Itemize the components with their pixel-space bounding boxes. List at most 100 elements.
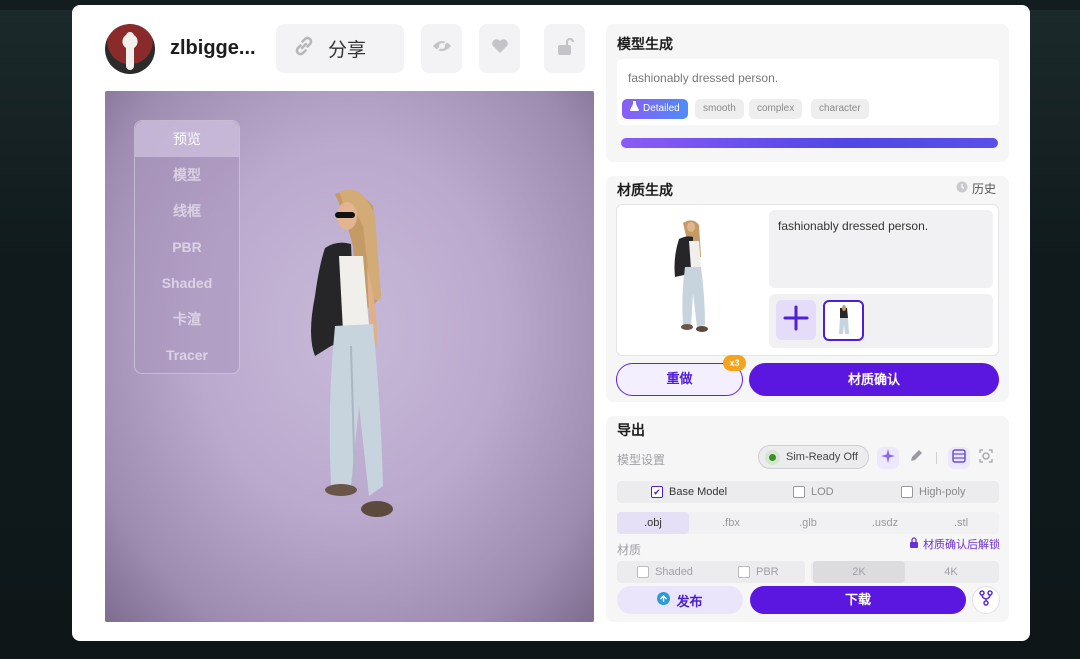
divider <box>936 452 937 464</box>
view-mode-wireframe[interactable]: 线框 <box>135 193 239 229</box>
username: zlbigge... <box>170 37 256 59</box>
clock-icon <box>956 181 968 196</box>
publish-icon <box>657 592 671 608</box>
lod-label: LOD <box>811 486 834 498</box>
tag-detailed-label: Detailed <box>643 103 680 114</box>
plus-icon <box>783 305 809 336</box>
focus-button[interactable] <box>975 447 997 469</box>
generation-progress-bar <box>621 138 998 148</box>
format-selector: .obj .fbx .glb .usdz .stl <box>617 512 999 534</box>
pbr-label: PBR <box>756 566 779 578</box>
material-options-row: Shaded PBR <box>617 561 805 583</box>
history-button[interactable]: 历史 <box>956 180 996 197</box>
texture-view-button[interactable] <box>948 447 970 469</box>
publish-label: 发布 <box>676 593 703 609</box>
target-icon <box>979 448 993 468</box>
option-shaded[interactable]: Shaded <box>637 561 693 583</box>
unlock-note: 材质确认后解锁 <box>909 536 1000 552</box>
tag-character[interactable]: character <box>811 99 869 119</box>
lod-checkbox[interactable] <box>793 486 805 498</box>
heart-icon <box>491 38 509 59</box>
view-mode-tracer[interactable]: Tracer <box>135 337 239 373</box>
material-confirm-button[interactable]: 材质确认 <box>749 363 999 396</box>
pbr-checkbox[interactable] <box>738 566 750 578</box>
format-stl[interactable]: .stl <box>925 512 997 534</box>
film-icon <box>952 448 966 468</box>
sparkle-button[interactable] <box>877 447 899 469</box>
like-button[interactable] <box>479 24 520 73</box>
material-prompt-box[interactable]: fashionably dressed person. <box>769 210 993 288</box>
resolution-4k[interactable]: 4K <box>905 561 997 583</box>
view-mode-preview[interactable]: 预览 <box>135 121 239 157</box>
flask-icon <box>630 99 639 119</box>
sim-ready-toggle[interactable]: Sim-Ready Off <box>758 445 869 469</box>
sim-ready-indicator <box>765 449 780 465</box>
material-generation-panel: 材质生成 历史 fashionably dressed person. 重做 x… <box>606 176 1009 402</box>
sparkle-icon <box>881 448 895 468</box>
format-glb[interactable]: .glb <box>772 512 844 534</box>
option-high-poly[interactable]: High-poly <box>901 481 965 503</box>
format-obj[interactable]: .obj <box>617 512 689 534</box>
base-model-checkbox[interactable]: ✔ <box>651 486 663 498</box>
reference-image <box>674 220 708 332</box>
tag-smooth[interactable]: smooth <box>695 99 744 119</box>
base-model-label: Base Model <box>669 486 728 498</box>
model-generation-title: 模型生成 <box>617 36 673 52</box>
selected-thumbnail[interactable] <box>823 300 864 341</box>
model-prompt-box[interactable]: fashionably dressed person. Detailed smo… <box>617 59 999 125</box>
main-card: zlbigge... 分享 预览 模型 线框 PBR Shaded 卡渲 Tra… <box>72 5 1030 641</box>
option-lod[interactable]: LOD <box>793 481 834 503</box>
resolution-2k[interactable]: 2K <box>813 561 905 583</box>
tag-complex[interactable]: complex <box>749 99 803 119</box>
model-options-row: ✔ Base Model LOD High-poly <box>617 481 999 503</box>
view-mode-shaded[interactable]: Shaded <box>135 265 239 301</box>
tag-detailed[interactable]: Detailed <box>622 99 688 119</box>
material-generation-title: 材质生成 <box>617 182 673 198</box>
fork-icon <box>979 589 993 611</box>
view-mode-pbr[interactable]: PBR <box>135 229 239 265</box>
share-button[interactable]: 分享 <box>276 24 404 73</box>
visibility-button[interactable] <box>421 24 462 73</box>
history-label: 历史 <box>972 182 997 196</box>
view-mode-toon[interactable]: 卡渲 <box>135 301 239 337</box>
download-button[interactable]: 下载 <box>750 586 966 614</box>
lock-icon <box>909 537 919 551</box>
model-generation-panel: 模型生成 fashionably dressed person. Detaile… <box>606 24 1009 162</box>
edit-button[interactable] <box>905 447 927 469</box>
high-poly-label: High-poly <box>919 486 966 498</box>
thumbnail-image <box>839 305 849 334</box>
reference-thumbnails <box>769 294 993 348</box>
model-prompt-text: fashionably dressed person. <box>628 71 779 85</box>
link-icon <box>292 34 316 63</box>
avatar[interactable] <box>105 24 155 74</box>
sim-ready-label: Sim-Ready Off <box>786 451 858 463</box>
shaded-checkbox[interactable] <box>637 566 649 578</box>
shaded-label: Shaded <box>655 566 693 578</box>
export-panel: 导出 模型设置 Sim-Ready Off ✔ Base Model LOD H… <box>606 416 1009 622</box>
model-viewport[interactable]: 预览 模型 线框 PBR Shaded 卡渲 Tracer <box>105 91 594 622</box>
fork-button[interactable] <box>972 586 1000 614</box>
model-settings-label: 模型设置 <box>617 453 666 467</box>
export-title: 导出 <box>617 422 645 438</box>
format-fbx[interactable]: .fbx <box>695 512 767 534</box>
unlock-note-text: 材质确认后解锁 <box>923 539 1000 551</box>
eye-icon <box>432 39 452 58</box>
view-mode-menu: 预览 模型 线框 PBR Shaded 卡渲 Tracer <box>134 120 240 374</box>
material-label: 材质 <box>617 543 642 557</box>
3d-person-model <box>311 189 393 517</box>
pencil-icon <box>910 449 923 467</box>
redo-count-badge: x3 <box>723 355 746 371</box>
material-prompt-text: fashionably dressed person. <box>778 219 929 233</box>
option-base-model[interactable]: ✔ Base Model <box>651 481 727 503</box>
option-pbr[interactable]: PBR <box>738 561 779 583</box>
publish-button[interactable]: 发布 <box>617 586 743 614</box>
view-mode-model[interactable]: 模型 <box>135 157 239 193</box>
format-usdz[interactable]: .usdz <box>849 512 921 534</box>
material-box: fashionably dressed person. <box>616 204 999 356</box>
unlock-icon <box>555 36 575 61</box>
high-poly-checkbox[interactable] <box>901 486 913 498</box>
lock-button[interactable] <box>544 24 585 73</box>
resolution-selector: 2K 4K <box>811 561 999 583</box>
add-image-button[interactable] <box>776 300 816 340</box>
share-label: 分享 <box>328 40 367 61</box>
